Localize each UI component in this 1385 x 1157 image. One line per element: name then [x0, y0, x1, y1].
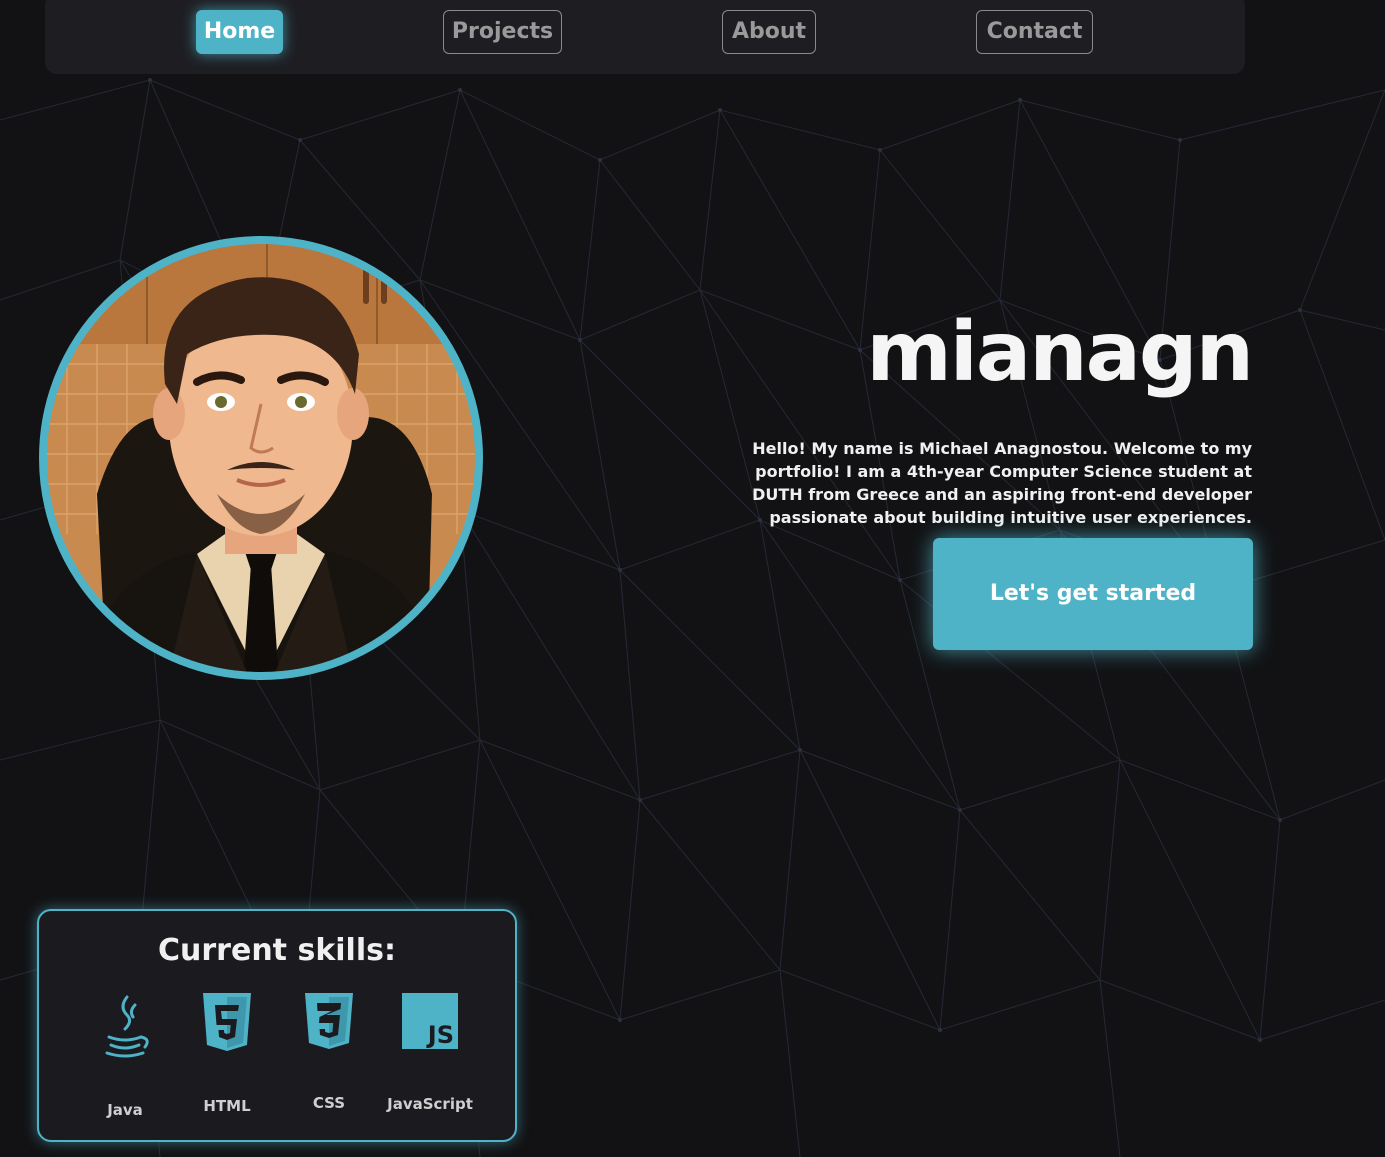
skill-html-label: HTML: [203, 1097, 251, 1115]
java-icon: [105, 995, 149, 1058]
skill-java: Java: [77, 993, 173, 1123]
hero-description: Hello! My name is Michael Anagnostou. We…: [752, 439, 1252, 527]
nav-contact-button[interactable]: Contact: [976, 10, 1093, 54]
nav-home-button[interactable]: Home: [196, 10, 283, 54]
html5-icon: [203, 993, 251, 1051]
skill-html: HTML: [179, 993, 275, 1123]
skill-javascript-label: JavaScript: [387, 1095, 473, 1113]
get-started-button[interactable]: Let's get started: [933, 538, 1253, 650]
hero-title: mianagn: [866, 305, 1254, 400]
skill-css: CSS: [281, 993, 377, 1123]
top-navbar: Home Projects About Contact: [45, 0, 1245, 74]
skill-javascript: JS JavaScript: [382, 993, 478, 1123]
profile-avatar: [37, 234, 485, 682]
skill-java-label: Java: [107, 1101, 143, 1119]
skills-title: Current skills:: [158, 933, 396, 968]
skill-css-label: CSS: [312, 1094, 346, 1112]
skills-card: Current skills: Java HTML CSS JS JavaScr…: [37, 909, 517, 1142]
javascript-icon: JS: [402, 993, 458, 1049]
nav-projects-button[interactable]: Projects: [443, 10, 562, 54]
nav-about-button[interactable]: About: [722, 10, 816, 54]
svg-text:JS: JS: [426, 1021, 454, 1049]
css3-icon: [305, 993, 353, 1049]
